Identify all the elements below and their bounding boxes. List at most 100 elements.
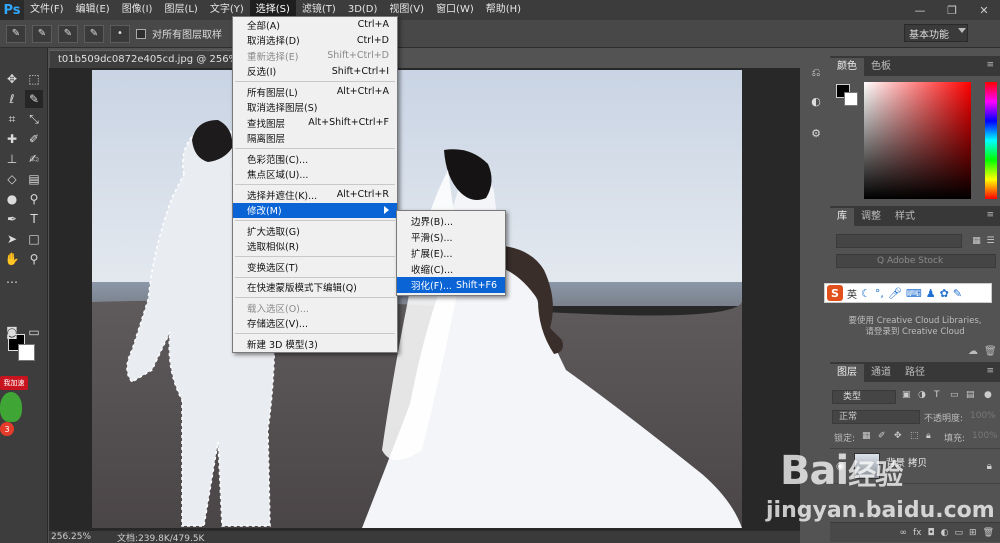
zoom-tool-icon[interactable]: ⚲ — [25, 250, 43, 268]
select-menu-item[interactable]: 修改(M) — [233, 202, 397, 218]
photo-canvas[interactable] — [92, 70, 742, 528]
eyedropper-tool-icon[interactable]: ⤡ — [25, 110, 43, 128]
new-layer-icon[interactable]: ⊞ — [969, 528, 977, 538]
history-brush-tool-icon[interactable]: ✍ — [25, 150, 43, 168]
modify-menu-item[interactable]: 平滑(S)... — [397, 229, 505, 245]
select-menu-item[interactable]: 反选(I) Shift+Ctrl+I — [233, 64, 397, 80]
mic-icon[interactable]: 🎤︎ — [888, 287, 902, 300]
select-menu-item[interactable]: 选取相似(R) — [233, 239, 397, 255]
filter-type-icon[interactable]: T — [934, 390, 946, 402]
select-menu-item[interactable]: 在快速蒙版模式下编辑(Q) — [233, 280, 397, 296]
filter-pixel-icon[interactable]: ▣ — [902, 390, 914, 402]
hand-tool-icon[interactable]: ✋ — [3, 250, 21, 268]
select-menu-item[interactable]: 存储选区(V)... — [233, 316, 397, 332]
select-menu-item[interactable]: 焦点区域(U)... — [233, 167, 397, 183]
select-menu-item[interactable]: 新建 3D 模型(3) — [233, 336, 397, 352]
moon-icon[interactable]: ☾ — [861, 287, 871, 300]
more-tools-icon[interactable]: … — [3, 270, 21, 288]
punctuation-icon[interactable]: °, — [875, 287, 884, 300]
dodge-tool-icon[interactable]: ⚲ — [25, 190, 43, 208]
adjustment-layer-icon[interactable]: ◐ — [941, 528, 949, 538]
brush-size-picker[interactable]: • — [110, 24, 130, 43]
hue-slider[interactable] — [985, 82, 997, 199]
color-picker-field[interactable] — [864, 82, 971, 199]
background-color-swatch[interactable] — [18, 344, 35, 361]
speed-boost-widget[interactable]: 我加速 3 — [0, 376, 28, 446]
select-menu-item[interactable]: 重新选择(E) Shift+Ctrl+D — [233, 48, 397, 64]
clone-stamp-tool-icon[interactable]: ⊥ — [3, 150, 21, 168]
ime-language[interactable]: 英 — [847, 286, 857, 301]
library-select[interactable] — [836, 234, 962, 248]
lasso-tool-icon[interactable]: ℓ — [3, 90, 21, 108]
history-panel-icon[interactable]: ⎌ — [806, 64, 826, 82]
list-view-icon[interactable]: ☰ — [984, 234, 997, 247]
modify-menu-item[interactable]: 边界(B)... — [397, 213, 505, 229]
path-selection-tool-icon[interactable]: ➤ — [3, 230, 21, 248]
gradient-tool-icon[interactable]: ▤ — [25, 170, 43, 188]
cloud-sync-icon[interactable]: ☁ — [968, 346, 980, 358]
select-menu-item[interactable]: 变换选区(T) — [233, 259, 397, 275]
restore-button[interactable]: ❐ — [936, 0, 968, 20]
spot-healing-tool-icon[interactable]: ✚ — [3, 130, 21, 148]
tab-paths[interactable]: 路径 — [898, 364, 932, 382]
select-menu-item[interactable]: 扩大选取(G) — [233, 223, 397, 239]
fill-value[interactable]: 100% — [972, 431, 998, 441]
tab-swatches[interactable]: 色板 — [864, 58, 898, 76]
tab-libraries[interactable]: 库 — [830, 208, 854, 226]
person-icon[interactable]: ♟ — [926, 287, 936, 300]
select-menu-item[interactable]: 取消选择(D) Ctrl+D — [233, 33, 397, 49]
wrench-icon[interactable]: ✎ — [953, 287, 962, 300]
add-selection-mode[interactable]: ✎ — [58, 24, 78, 43]
lock-pixels-icon[interactable]: ▦ — [862, 431, 871, 441]
modify-menu-item[interactable]: 收缩(C)... — [397, 261, 505, 277]
lock-artboard-icon[interactable]: ⬚ — [910, 431, 919, 441]
visibility-eye-icon[interactable]: ◉ — [836, 461, 845, 472]
select-menu-item[interactable]: 所有图层(L) Alt+Ctrl+A — [233, 84, 397, 100]
select-menu-item[interactable]: 载入选区(O)... — [233, 300, 397, 316]
select-menu-item[interactable]: 查找图层 Alt+Shift+Ctrl+F — [233, 115, 397, 131]
menu-image[interactable]: 图像(I) — [116, 0, 159, 20]
crop-tool-icon[interactable]: ⌗ — [3, 110, 21, 128]
minimize-button[interactable]: — — [904, 0, 936, 20]
zoom-level[interactable]: 256.25% — [51, 532, 91, 542]
keyboard-icon[interactable]: ⌨ — [906, 287, 922, 300]
workspace-select[interactable]: 基本功能 — [904, 24, 968, 42]
type-tool-icon[interactable]: T — [25, 210, 43, 228]
blur-tool-icon[interactable]: ● — [3, 190, 21, 208]
add-mask-icon[interactable]: ◘ — [928, 528, 935, 538]
quick-mask-icon[interactable]: ◙ — [3, 323, 21, 341]
blend-mode-select[interactable]: 正常 — [832, 410, 920, 424]
panel-menu-icon[interactable]: ≡ — [986, 366, 994, 376]
quick-selection-tool-icon[interactable]: ✎ — [25, 90, 43, 108]
trash-icon[interactable]: 🗑︎ — [984, 346, 997, 358]
select-menu-item[interactable]: 取消选择图层(S) — [233, 100, 397, 116]
select-menu-item[interactable]: 隔离图层 — [233, 131, 397, 147]
tab-adjustments[interactable]: 调整 — [854, 208, 888, 226]
layer-filter-kind[interactable]: 类型 — [832, 390, 896, 404]
new-group-icon[interactable]: ▭ — [955, 528, 964, 538]
move-tool-icon[interactable]: ✥ — [3, 70, 21, 88]
layer-style-icon[interactable]: fx — [913, 528, 922, 538]
delete-layer-icon[interactable]: 🗑︎ — [983, 528, 994, 538]
layer-row[interactable]: ◉ 背景 拷贝 🔒︎ — [830, 448, 1000, 484]
tab-channels[interactable]: 通道 — [864, 364, 898, 382]
filter-shape-icon[interactable]: ▭ — [950, 390, 962, 402]
subtract-selection-mode[interactable]: ✎ — [84, 24, 104, 43]
menu-help[interactable]: 帮助(H) — [480, 0, 527, 20]
layer-name[interactable]: 背景 拷贝 — [886, 455, 927, 469]
tool-preset-picker[interactable]: ✎ — [6, 24, 26, 43]
close-button[interactable]: ✕ — [968, 0, 1000, 20]
menu-layer[interactable]: 图层(L) — [158, 0, 203, 20]
eraser-tool-icon[interactable]: ◇ — [3, 170, 21, 188]
menu-file[interactable]: 文件(F) — [24, 0, 70, 20]
filter-adjustment-icon[interactable]: ◑ — [918, 390, 930, 402]
select-menu-item[interactable]: 选择并遮住(K)... Alt+Ctrl+R — [233, 187, 397, 203]
tab-layers[interactable]: 图层 — [830, 364, 864, 382]
brush-tool-icon[interactable]: ✐ — [25, 130, 43, 148]
marquee-tool-icon[interactable]: ⬚ — [25, 70, 43, 88]
screen-mode-icon[interactable]: ▭ — [25, 323, 43, 341]
filter-smart-icon[interactable]: ▤ — [966, 390, 978, 402]
color-panel-background[interactable] — [844, 92, 858, 106]
rectangle-tool-icon[interactable]: □ — [25, 230, 43, 248]
panel-menu-icon[interactable]: ≡ — [986, 60, 994, 70]
